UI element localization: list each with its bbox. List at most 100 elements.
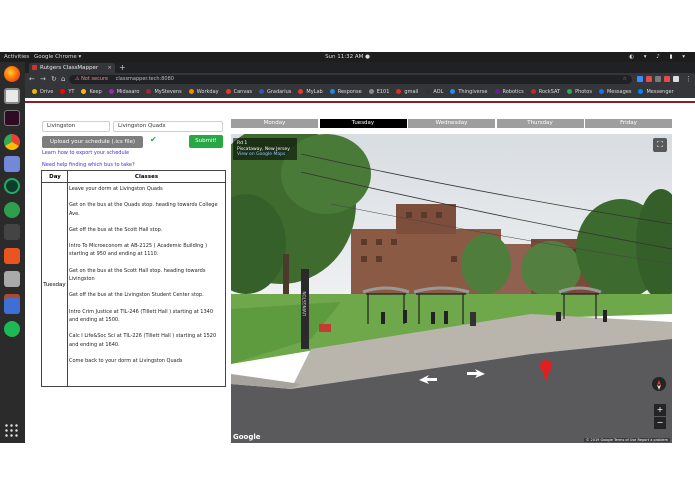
bookmark-thingiverse[interactable]: Thingiverse [450, 86, 488, 98]
url-text: classmapper.tech:8080 [115, 76, 174, 82]
header-accent-line [25, 101, 695, 103]
bookmark-canvas[interactable]: Canvas [225, 86, 252, 98]
view-on-maps-link[interactable]: View on Google Maps [237, 152, 293, 158]
stop-input[interactable]: Livingston Quads [113, 121, 223, 132]
extension-icon[interactable] [655, 76, 661, 82]
terminal-icon[interactable] [4, 110, 20, 126]
bookmark-keep[interactable]: Keep [81, 86, 102, 98]
chrome-icon[interactable] [4, 134, 20, 150]
menu-icon[interactable]: ⋮ [685, 73, 692, 86]
bookmark-favicon-icon [450, 88, 456, 94]
bookmark-gradarius[interactable]: Gradarius [258, 86, 291, 98]
tab-monday[interactable]: Monday [231, 119, 318, 128]
bookmark-label: Workday [196, 89, 219, 95]
bookmark-messages[interactable]: Messages [598, 86, 631, 98]
bookmark-gmail[interactable]: gmail [396, 86, 418, 98]
tool-icon[interactable] [4, 224, 20, 240]
schedule-step: Intro Crim Justice at TIL-246 (Tillett H… [69, 308, 214, 323]
bookmark-favicon-icon [225, 88, 231, 94]
bookmark-favicon-icon [60, 88, 66, 94]
back-icon[interactable]: ← [29, 73, 35, 86]
checkmark-icon: ✔ [150, 135, 157, 144]
tab-strip: Rutgers ClassMapper × + [25, 62, 695, 73]
bookmark-favicon-icon [329, 88, 335, 94]
reload-icon[interactable]: ↻ [51, 73, 57, 86]
schedule-step: Get off the bus at the Scott Hall stop. [69, 226, 163, 233]
forward-icon[interactable]: → [40, 73, 46, 86]
bookmark-favicon-icon [425, 88, 431, 94]
firefox-icon[interactable] [4, 66, 20, 82]
schedule-step: Leave your dorm at Livingston Quads [69, 186, 163, 192]
globe-icon[interactable] [4, 202, 20, 218]
bookmark-label: Response [337, 89, 362, 95]
bookmark-messenger[interactable]: Messenger [638, 86, 674, 98]
virtualbox-icon[interactable] [4, 298, 20, 314]
bookmark-star-icon[interactable]: ☆ [623, 75, 627, 84]
compass-icon[interactable] [652, 377, 666, 391]
browser-tab[interactable]: Rutgers ClassMapper × [29, 63, 115, 73]
bookmark-midasaro[interactable]: Midasaro [108, 86, 140, 98]
bookmark-favicon-icon [368, 88, 374, 94]
bookmark-photos[interactable]: Photos [567, 86, 592, 98]
zoom-out-button[interactable]: − [654, 417, 666, 429]
bookmark-label: YT [68, 89, 75, 95]
address-bar[interactable]: ⚠ Not secure classmapper.tech:8080 ☆ [69, 75, 632, 84]
map-copyright[interactable]: © 2019 Google Terms of Use Report a prob… [583, 438, 670, 442]
extension-icon[interactable] [664, 76, 670, 82]
software-icon[interactable] [4, 248, 20, 264]
bookmark-favicon-icon [567, 88, 573, 94]
app-grid-icon[interactable] [4, 423, 20, 439]
bookmark-label: gmail [404, 89, 419, 95]
street-view-panel[interactable]: LIVINGSTON Rd 1 Piscataway, New Jersey V… [231, 134, 672, 443]
browser-toolbar: ← → ↻ ⌂ ⚠ Not secure classmapper.tech:80… [25, 73, 695, 86]
bookmark-label: Midasaro [116, 89, 140, 95]
bookmark-mystevens[interactable]: MyStevens [146, 86, 182, 98]
export-schedule-link[interactable]: Learn how to export your schedule [42, 150, 129, 156]
discord-icon[interactable] [4, 156, 20, 172]
bookmark-favicon-icon [108, 88, 114, 94]
bookmark-mylab[interactable]: MyLab [298, 86, 323, 98]
tab-tuesday[interactable]: Tuesday [319, 119, 407, 128]
stop-sign-text: LIVINGSTON [302, 291, 307, 316]
bookmark-response[interactable]: Response [329, 86, 362, 98]
not-secure-badge[interactable]: ⚠ Not secure [75, 76, 108, 82]
extension-icon[interactable] [646, 76, 652, 82]
bookmark-robotics[interactable]: Robotics [494, 86, 524, 98]
bookmark-e101[interactable]: E101 [368, 86, 390, 98]
tab-wednesday[interactable]: Wednesday [408, 119, 495, 128]
files-icon[interactable] [4, 88, 20, 104]
editor-icon[interactable] [4, 271, 20, 287]
tab-friday[interactable]: Friday [585, 119, 672, 128]
bookmark-drive[interactable]: Drive [32, 86, 53, 98]
bus-help-link[interactable]: Need help finding which bus to take? [42, 162, 135, 168]
spotify-icon[interactable] [4, 321, 20, 337]
fullscreen-button[interactable]: ⛶ [653, 138, 667, 152]
close-tab-icon[interactable]: × [107, 63, 112, 73]
home-icon[interactable]: ⌂ [61, 73, 65, 86]
clock[interactable]: Sun 11:32 AM ● [0, 52, 695, 62]
tab-thursday[interactable]: Thursday [496, 119, 584, 128]
bookmark-favicon-icon [146, 88, 152, 94]
rutgers-favicon-icon [32, 65, 37, 70]
campus-select[interactable]: Livingston [42, 121, 110, 132]
bookmark-rocksat[interactable]: RockSAT [530, 86, 560, 98]
new-tab-button[interactable]: + [119, 62, 126, 73]
system-tray[interactable]: ◐ ▾ ♪ ▮ ▾ [629, 52, 689, 62]
upload-schedule-button[interactable]: Upload your schedule (.ics file) here! [42, 136, 143, 157]
bookmark-label: Keep [89, 89, 102, 95]
extension-icon[interactable] [673, 76, 679, 82]
submit-button[interactable]: Submit! [189, 135, 223, 148]
extension-icon[interactable] [637, 76, 643, 82]
zoom-in-button[interactable]: + [654, 404, 666, 416]
classes-cell: Leave your dorm at Livingston Quads Get o… [69, 185, 223, 373]
vpn-icon[interactable] [4, 178, 20, 194]
bookmark-workday[interactable]: Workday [188, 86, 219, 98]
bookmark-label: Drive [40, 89, 54, 95]
bookmark-label: E101 [376, 89, 390, 95]
street-view-image[interactable]: LIVINGSTON [231, 134, 672, 443]
bookmark-favicon-icon [258, 88, 264, 94]
bookmark-label: Canvas [233, 89, 252, 95]
system-top-bar: Activities Google Chrome ▾ Sun 11:32 AM … [0, 52, 695, 62]
bookmark-yt[interactable]: YT [60, 86, 74, 98]
bookmark-aol[interactable]: AOL [425, 86, 443, 98]
